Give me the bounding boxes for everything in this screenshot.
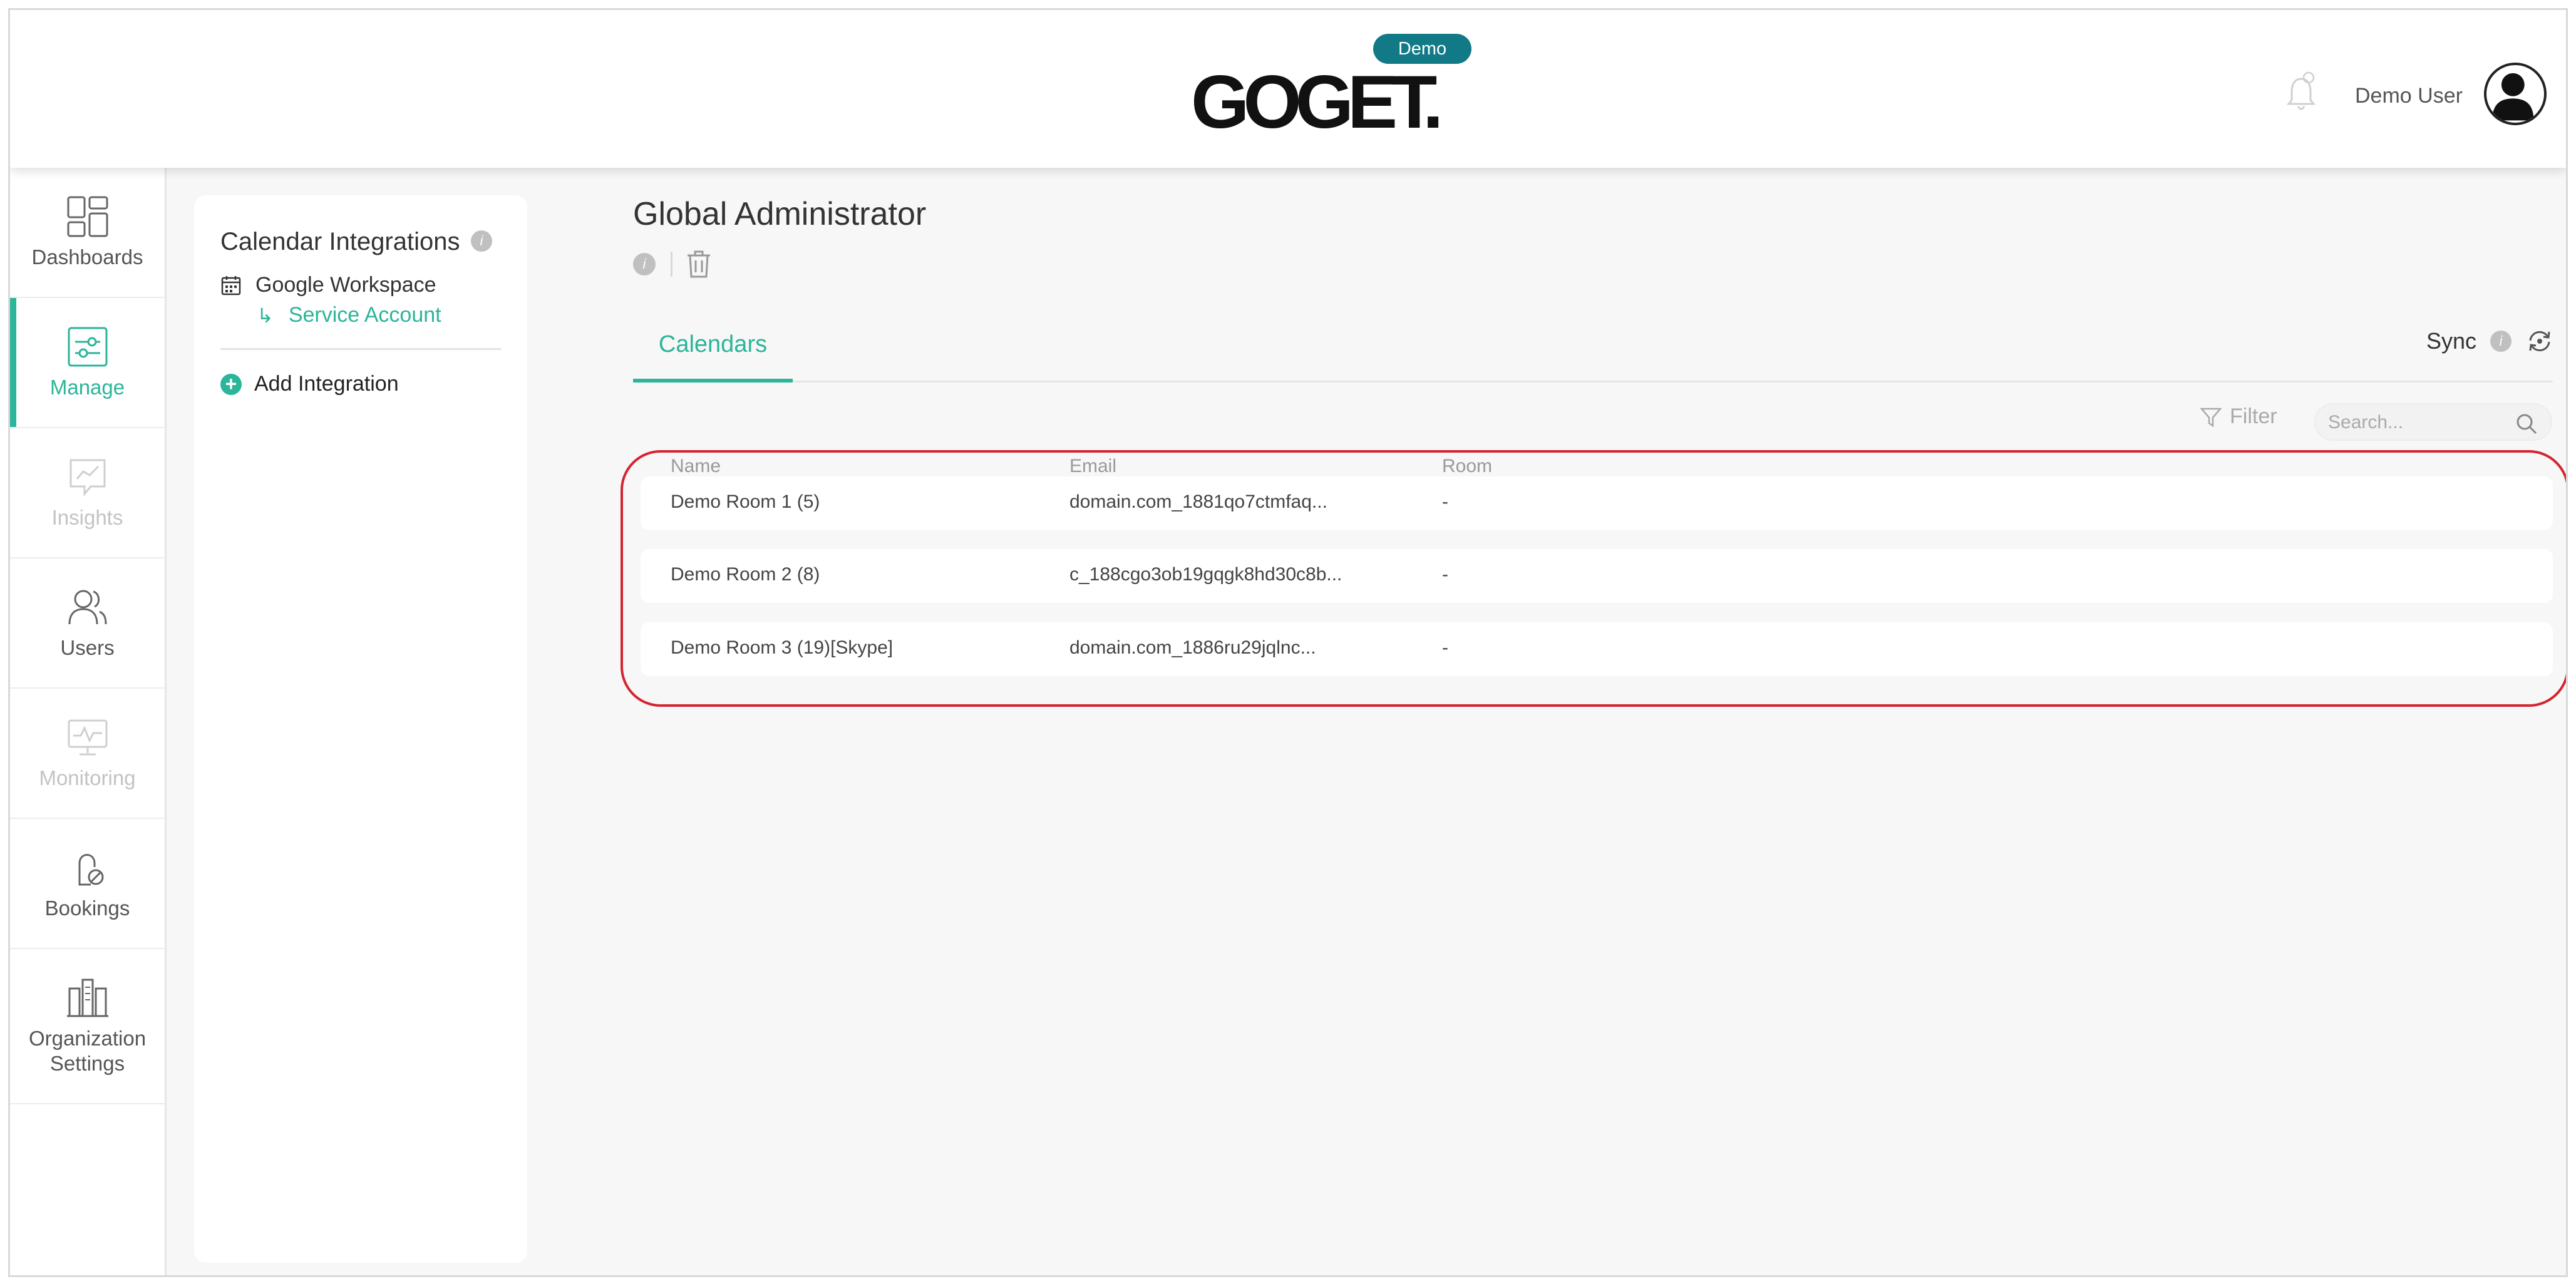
calendar-integrations-panel: Calendar Integrations i Google Workspace…: [194, 195, 527, 1263]
nav-label-monitoring: Monitoring: [39, 766, 136, 789]
service-account-label: Service Account: [288, 303, 441, 327]
title-info-icon[interactable]: i: [633, 253, 656, 275]
user-avatar-icon: [2492, 73, 2534, 121]
insights-icon: [70, 459, 105, 497]
add-integration-label: Add Integration: [254, 372, 399, 396]
sync-icon[interactable]: [2527, 328, 2553, 354]
sub-item-arrow-icon: ↳: [257, 304, 274, 327]
search-input[interactable]: [2328, 409, 2516, 436]
plus-circle-icon: +: [220, 373, 242, 395]
search-box: [2314, 403, 2552, 441]
goget-logo[interactable]: GOGET.: [1191, 59, 1443, 145]
demo-badge: Demo: [1373, 34, 1471, 64]
search-icon[interactable]: [2515, 412, 2538, 436]
nav-item-organization-settings[interactable]: Organization Settings: [10, 949, 165, 1104]
manage-icon: [68, 327, 107, 367]
tab-calendars[interactable]: Calendars: [633, 311, 793, 383]
integrations-title: Calendar Integrations i: [220, 228, 492, 256]
filter-label: Filter: [2230, 404, 2277, 428]
nav-label-users: Users: [60, 636, 115, 659]
table-highlight-outline: [621, 450, 2566, 707]
integrations-info-icon[interactable]: i: [471, 230, 492, 252]
nav-item-monitoring[interactable]: Monitoring: [10, 689, 165, 819]
sync-controls: Sync i: [2426, 328, 2553, 354]
user-name[interactable]: Demo User: [2355, 84, 2463, 108]
nav-item-bookings[interactable]: Bookings: [10, 819, 165, 949]
avatar[interactable]: [2484, 63, 2547, 125]
nav-label-bookings: Bookings: [44, 896, 130, 920]
nav-item-dashboards[interactable]: Dashboards: [10, 168, 165, 298]
nav-item-manage[interactable]: Manage: [10, 298, 165, 428]
add-integration-button[interactable]: + Add Integration: [220, 372, 399, 396]
integrations-divider: [220, 348, 501, 350]
sync-info-icon[interactable]: i: [2490, 331, 2512, 352]
nav-label-dashboards: Dashboards: [31, 245, 143, 269]
sync-label: Sync: [2426, 328, 2476, 354]
active-indicator: [10, 298, 16, 427]
nav-label-organization-settings: Organization Settings: [28, 1027, 147, 1075]
tabs-bar: Calendars Sync i: [633, 311, 2553, 383]
bookings-icon: [78, 854, 103, 886]
nav-item-users[interactable]: Users: [10, 558, 165, 689]
google-workspace-label: Google Workspace: [255, 273, 436, 297]
notification-bell-icon[interactable]: [2285, 71, 2317, 115]
app-window: GOGET. Demo Demo User Dashboards Manage …: [8, 8, 2568, 1277]
service-account-item[interactable]: ↳ Service Account: [257, 303, 441, 327]
integrations-title-text: Calendar Integrations: [220, 228, 460, 255]
top-header: GOGET. Demo Demo User: [10, 10, 2566, 168]
nav-item-insights[interactable]: Insights: [10, 428, 165, 558]
filter-button[interactable]: Filter: [2200, 404, 2277, 429]
users-icon: [68, 590, 106, 625]
nav-label-manage: Manage: [49, 376, 125, 399]
calendar-icon: [221, 275, 241, 295]
left-navigation: Dashboards Manage Insights Users Monitor…: [10, 168, 167, 1275]
page-title: Global Administrator: [633, 196, 927, 232]
google-workspace-item[interactable]: Google Workspace: [220, 273, 436, 297]
organization-settings-icon: [66, 978, 108, 1017]
nav-label-insights: Insights: [51, 506, 123, 529]
filter-icon: [2200, 408, 2222, 427]
title-actions: i: [633, 249, 713, 279]
monitoring-icon: [68, 719, 107, 756]
dashboards-icon: [67, 196, 108, 237]
actions-separator: [671, 252, 672, 277]
trash-icon[interactable]: [685, 249, 713, 279]
